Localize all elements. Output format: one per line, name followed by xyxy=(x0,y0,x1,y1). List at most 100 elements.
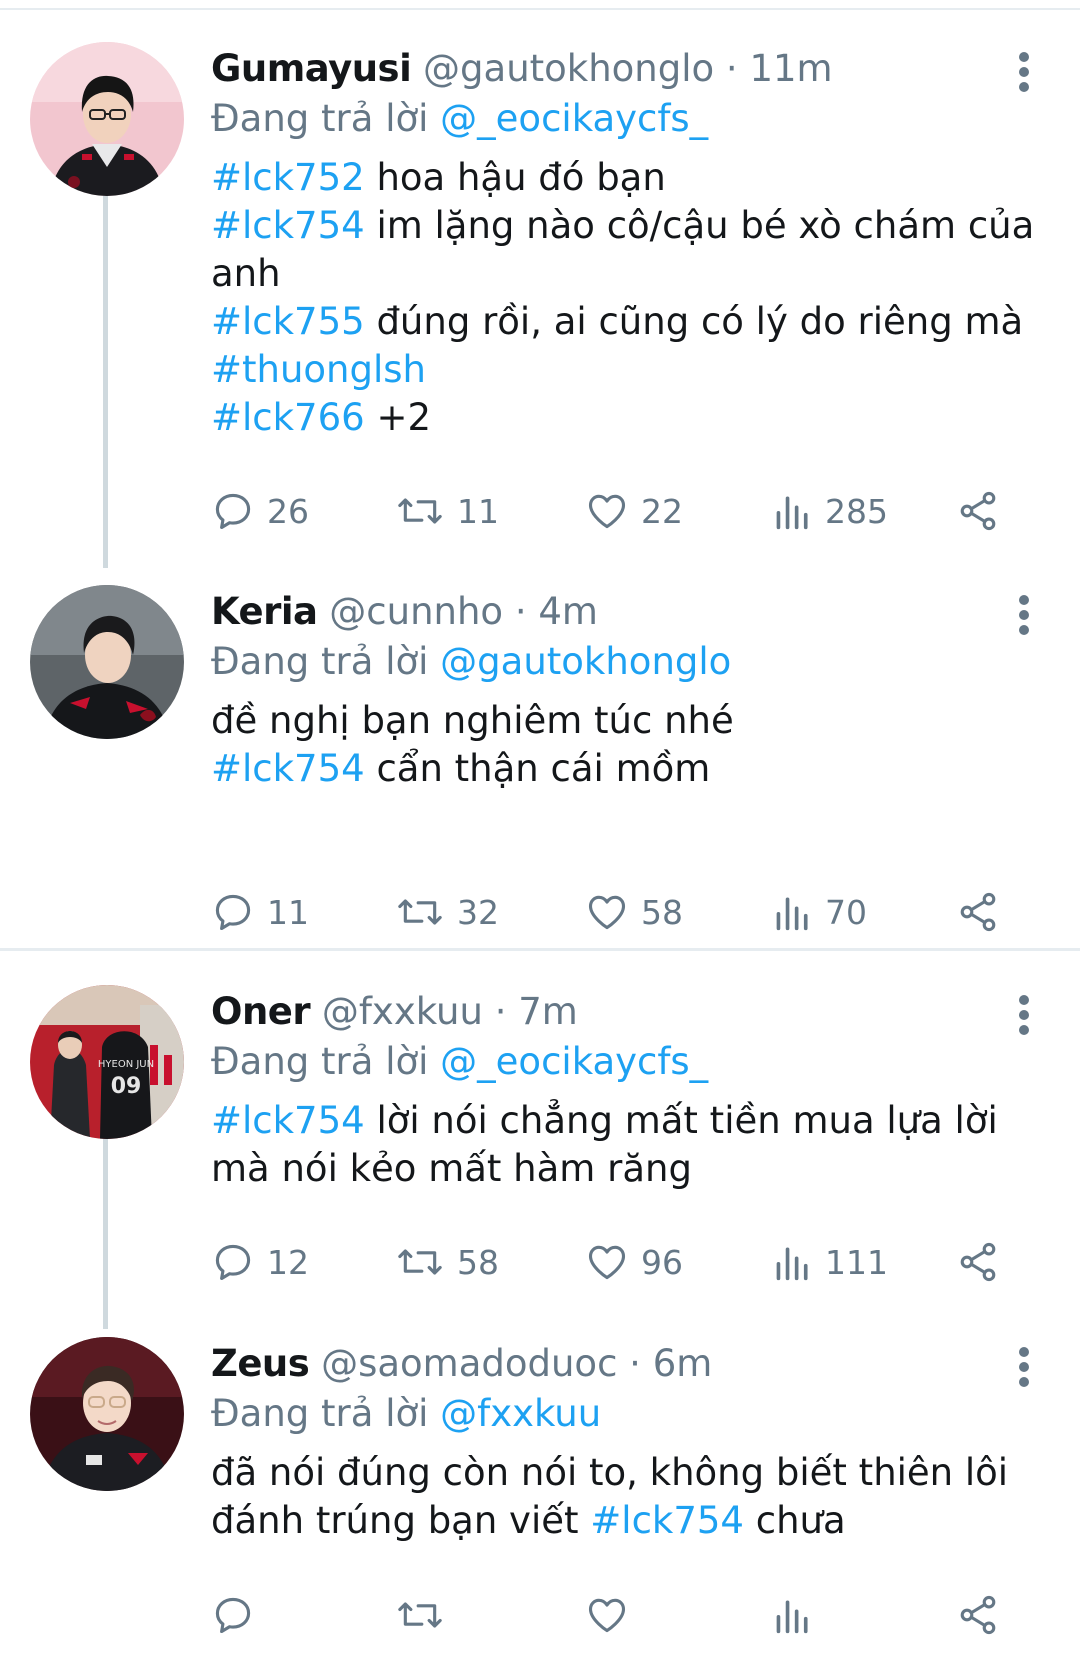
like-button[interactable]: 96 xyxy=(585,1237,683,1287)
avatar[interactable] xyxy=(30,42,184,196)
heart-icon xyxy=(588,1598,626,1633)
retweet-icon xyxy=(398,1602,442,1628)
handle[interactable]: @cunnho xyxy=(329,590,503,633)
reply-button[interactable] xyxy=(211,1590,267,1640)
handle[interactable]: @saomadoduoc xyxy=(321,1342,617,1385)
handle[interactable]: @fxxkuu xyxy=(322,990,483,1033)
heart-icon xyxy=(588,1245,626,1280)
share-button[interactable] xyxy=(956,887,1000,937)
like-button[interactable]: 58 xyxy=(585,887,683,937)
share-button[interactable] xyxy=(956,486,1000,536)
share-icon xyxy=(960,892,996,932)
line-text: đề nghị bạn nghiêm túc nhé xyxy=(211,699,734,742)
views-icon xyxy=(776,1247,808,1281)
hashtag-link[interactable]: #lck754 xyxy=(211,204,365,247)
timestamp[interactable]: · 7m xyxy=(495,990,578,1033)
tweet-actions: 12 58 96 111 xyxy=(211,1237,1054,1287)
views-button[interactable]: 70 xyxy=(773,887,867,937)
like-count: 96 xyxy=(641,1242,683,1282)
hashtag-link[interactable]: #lck754 xyxy=(590,1499,744,1542)
handle[interactable]: @gautokhonglo xyxy=(423,47,714,90)
views-button[interactable]: 111 xyxy=(773,1237,888,1287)
share-icon xyxy=(960,491,996,531)
reply-button[interactable]: 12 xyxy=(211,1237,309,1287)
retweet-button[interactable] xyxy=(395,1590,457,1640)
tweet-header: Gumayusi @gautokhonglo · 11m xyxy=(211,44,1054,94)
more-vertical-icon[interactable] xyxy=(1018,1347,1030,1392)
views-icon xyxy=(776,496,808,530)
hashtag-link[interactable]: #lck755 xyxy=(211,300,365,343)
like-button[interactable]: 22 xyxy=(585,486,683,536)
like-button[interactable] xyxy=(585,1590,641,1640)
thread-connector xyxy=(103,188,108,568)
tweet-line: #lck754 cẩn thận cái mồm xyxy=(211,745,1054,793)
retweet-icon xyxy=(398,1249,442,1275)
tweet-line: #thuonglsh xyxy=(211,346,1054,394)
timestamp[interactable]: · 4m xyxy=(515,590,598,633)
reply-button[interactable]: 26 xyxy=(211,486,309,536)
hashtag-link[interactable]: #thuonglsh xyxy=(211,348,426,391)
more-vertical-icon[interactable] xyxy=(1018,595,1030,640)
reply-mention[interactable]: @fxxkuu xyxy=(440,1392,601,1435)
share-icon xyxy=(960,1595,996,1635)
retweet-icon xyxy=(398,498,442,524)
reply-icon xyxy=(215,894,251,931)
reply-prefix: Đang trả lời xyxy=(211,1392,429,1435)
views-icon xyxy=(776,897,808,931)
tweet-text: đã nói đúng còn nói to, không biết thiên… xyxy=(211,1449,1054,1545)
line-text: hoa hậu đó bạn xyxy=(364,156,666,199)
share-button[interactable] xyxy=(956,1590,1000,1640)
more-vertical-icon[interactable] xyxy=(1018,52,1030,97)
tweet-line: đề nghị bạn nghiêm túc nhé xyxy=(211,697,1054,745)
reply-count: 26 xyxy=(267,491,309,531)
svg-text:09: 09 xyxy=(111,1074,142,1099)
timestamp[interactable]: · 11m xyxy=(726,47,833,90)
hashtag-link[interactable]: #lck754 xyxy=(211,747,365,790)
thread-connector xyxy=(103,1134,108,1329)
display-name[interactable]: Oner xyxy=(211,990,311,1033)
line-text: +2 xyxy=(364,396,431,439)
tweet-text: #lck752 hoa hậu đó bạn #lck754 im lặng n… xyxy=(211,154,1054,442)
retweet-count: 32 xyxy=(457,892,499,932)
views-button[interactable] xyxy=(773,1590,825,1640)
tweet-line: #lck754 lời nói chẳng mất tiền mua lựa l… xyxy=(211,1097,1054,1193)
more-vertical-icon[interactable] xyxy=(1018,995,1030,1040)
avatar[interactable]: HYEON JUN 09 xyxy=(30,985,184,1139)
reply-prefix: Đang trả lời xyxy=(211,97,429,140)
views-button[interactable]: 285 xyxy=(773,486,888,536)
avatar[interactable] xyxy=(30,585,184,739)
tweet-header: Keria @cunnho · 4m xyxy=(211,587,1054,637)
reply-prefix: Đang trả lời xyxy=(211,1040,429,1083)
display-name[interactable]: Zeus xyxy=(211,1342,310,1385)
reply-button[interactable]: 11 xyxy=(211,887,309,937)
share-icon xyxy=(960,1242,996,1282)
share-button[interactable] xyxy=(956,1237,1000,1287)
retweet-icon xyxy=(398,899,442,925)
like-count: 58 xyxy=(641,892,683,932)
retweet-button[interactable]: 58 xyxy=(395,1237,499,1287)
tweet-line: #lck755 đúng rồi, ai cũng có lý do riêng… xyxy=(211,298,1054,346)
hashtag-link[interactable]: #lck754 xyxy=(211,1099,365,1142)
tweet-text: đề nghị bạn nghiêm túc nhé #lck754 cẩn t… xyxy=(211,697,1054,793)
reply-mention[interactable]: @_eocikaycfs_ xyxy=(440,97,708,140)
avatar[interactable] xyxy=(30,1337,184,1491)
timestamp[interactable]: · 6m xyxy=(629,1342,712,1385)
tweet-actions: 26 11 22 285 xyxy=(211,486,1054,536)
retweet-button[interactable]: 32 xyxy=(395,887,499,937)
views-count: 70 xyxy=(825,892,867,932)
hashtag-link[interactable]: #lck752 xyxy=(211,156,365,199)
display-name[interactable]: Gumayusi xyxy=(211,47,412,90)
retweet-count: 58 xyxy=(457,1242,499,1282)
line-text: cẩn thận cái mồm xyxy=(364,747,711,790)
tweet-actions: 11 32 58 70 xyxy=(211,887,1054,937)
display-name[interactable]: Keria xyxy=(211,590,318,633)
svg-text:HYEON JUN: HYEON JUN xyxy=(98,1059,154,1070)
line-text: chưa xyxy=(743,1499,846,1542)
hashtag-link[interactable]: #lck766 xyxy=(211,396,365,439)
reply-mention[interactable]: @_eocikaycfs_ xyxy=(440,1040,708,1083)
heart-icon xyxy=(588,494,626,529)
retweet-button[interactable]: 11 xyxy=(395,486,499,536)
views-count: 285 xyxy=(825,491,888,531)
reply-count: 12 xyxy=(267,1242,309,1282)
reply-mention[interactable]: @gautokhonglo xyxy=(440,640,731,683)
